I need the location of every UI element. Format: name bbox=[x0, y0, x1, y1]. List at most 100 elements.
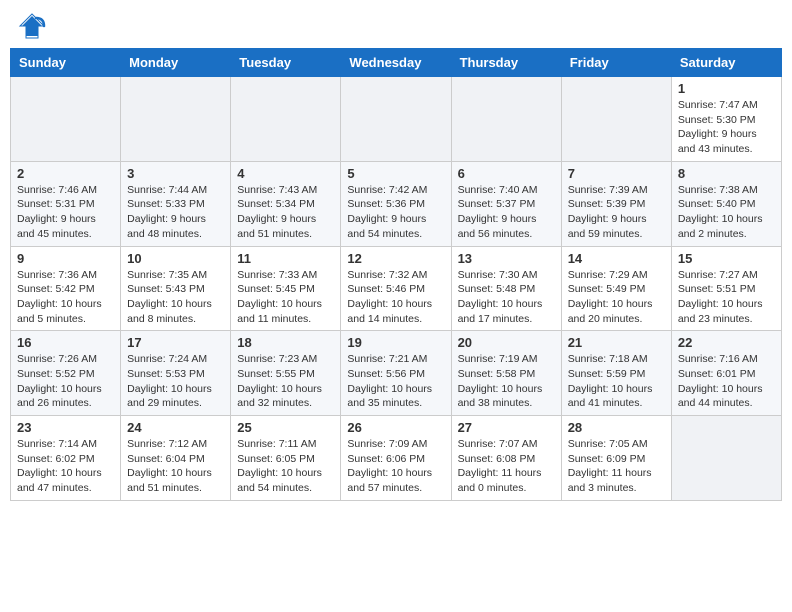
day-info: Sunrise: 7:38 AM Sunset: 5:40 PM Dayligh… bbox=[678, 183, 775, 242]
day-number: 2 bbox=[17, 166, 114, 181]
day-info: Sunrise: 7:44 AM Sunset: 5:33 PM Dayligh… bbox=[127, 183, 224, 242]
calendar-cell: 22 Sunrise: 7:16 AM Sunset: 6:01 PM Dayli… bbox=[671, 331, 781, 416]
calendar-cell: 28Sunrise: 7:05 AM Sunset: 6:09 PM Dayli… bbox=[561, 416, 671, 501]
day-number: 26 bbox=[347, 420, 444, 435]
calendar-cell: 6 Sunrise: 7:40 AM Sunset: 5:37 PM Daylig… bbox=[451, 161, 561, 246]
calendar-cell: 1 Sunrise: 7:47 AM Sunset: 5:30 PM Daylig… bbox=[671, 77, 781, 162]
calendar-cell: 10 Sunrise: 7:35 AM Sunset: 5:43 PM Dayli… bbox=[121, 246, 231, 331]
day-info: Sunrise: 7:16 AM Sunset: 6:01 PM Dayligh… bbox=[678, 352, 775, 411]
calendar-cell: 19 Sunrise: 7:21 AM Sunset: 5:56 PM Dayli… bbox=[341, 331, 451, 416]
day-info: Sunrise: 7:47 AM Sunset: 5:30 PM Dayligh… bbox=[678, 98, 775, 157]
day-info: Sunrise: 7:35 AM Sunset: 5:43 PM Dayligh… bbox=[127, 268, 224, 327]
day-number: 20 bbox=[458, 335, 555, 350]
page-header bbox=[10, 10, 782, 40]
calendar-cell bbox=[11, 77, 121, 162]
calendar-cell: 24 Sunrise: 7:12 AM Sunset: 6:04 PM Dayli… bbox=[121, 416, 231, 501]
day-info: Sunrise: 7:18 AM Sunset: 5:59 PM Dayligh… bbox=[568, 352, 665, 411]
calendar-cell: 18 Sunrise: 7:23 AM Sunset: 5:55 PM Dayli… bbox=[231, 331, 341, 416]
day-info: Sunrise: 7:26 AM Sunset: 5:52 PM Dayligh… bbox=[17, 352, 114, 411]
calendar-cell: 4 Sunrise: 7:43 AM Sunset: 5:34 PM Daylig… bbox=[231, 161, 341, 246]
day-number: 12 bbox=[347, 251, 444, 266]
calendar-cell: 15 Sunrise: 7:27 AM Sunset: 5:51 PM Dayli… bbox=[671, 246, 781, 331]
day-number: 25 bbox=[237, 420, 334, 435]
day-info: Sunrise: 7:29 AM Sunset: 5:49 PM Dayligh… bbox=[568, 268, 665, 327]
day-number: 1 bbox=[678, 81, 775, 96]
day-number: 18 bbox=[237, 335, 334, 350]
calendar-header-tuesday: Tuesday bbox=[231, 49, 341, 77]
calendar-header-monday: Monday bbox=[121, 49, 231, 77]
calendar-cell: 7 Sunrise: 7:39 AM Sunset: 5:39 PM Daylig… bbox=[561, 161, 671, 246]
calendar-cell bbox=[341, 77, 451, 162]
day-info: Sunrise: 7:39 AM Sunset: 5:39 PM Dayligh… bbox=[568, 183, 665, 242]
calendar-cell: 2 Sunrise: 7:46 AM Sunset: 5:31 PM Daylig… bbox=[11, 161, 121, 246]
day-number: 3 bbox=[127, 166, 224, 181]
calendar-cell bbox=[231, 77, 341, 162]
calendar-cell: 20 Sunrise: 7:19 AM Sunset: 5:58 PM Dayli… bbox=[451, 331, 561, 416]
calendar-cell: 17Sunrise: 7:24 AM Sunset: 5:53 PM Dayli… bbox=[121, 331, 231, 416]
day-number: 27 bbox=[458, 420, 555, 435]
day-info: Sunrise: 7:30 AM Sunset: 5:48 PM Dayligh… bbox=[458, 268, 555, 327]
calendar-header-thursday: Thursday bbox=[451, 49, 561, 77]
calendar-cell: 9 Sunrise: 7:36 AM Sunset: 5:42 PM Daylig… bbox=[11, 246, 121, 331]
day-number: 4 bbox=[237, 166, 334, 181]
day-info: Sunrise: 7:11 AM Sunset: 6:05 PM Dayligh… bbox=[237, 437, 334, 496]
day-info: Sunrise: 7:46 AM Sunset: 5:31 PM Dayligh… bbox=[17, 183, 114, 242]
day-info: Sunrise: 7:12 AM Sunset: 6:04 PM Dayligh… bbox=[127, 437, 224, 496]
day-number: 10 bbox=[127, 251, 224, 266]
calendar-week-2: 2 Sunrise: 7:46 AM Sunset: 5:31 PM Daylig… bbox=[11, 161, 782, 246]
calendar-table: SundayMondayTuesdayWednesdayThursdayFrid… bbox=[10, 48, 782, 501]
calendar-cell bbox=[451, 77, 561, 162]
calendar-cell bbox=[671, 416, 781, 501]
day-number: 6 bbox=[458, 166, 555, 181]
calendar-header-sunday: Sunday bbox=[11, 49, 121, 77]
logo-icon bbox=[18, 12, 46, 40]
day-info: Sunrise: 7:36 AM Sunset: 5:42 PM Dayligh… bbox=[17, 268, 114, 327]
day-number: 13 bbox=[458, 251, 555, 266]
calendar-cell: 21 Sunrise: 7:18 AM Sunset: 5:59 PM Dayli… bbox=[561, 331, 671, 416]
calendar-cell: 5 Sunrise: 7:42 AM Sunset: 5:36 PM Daylig… bbox=[341, 161, 451, 246]
day-info: Sunrise: 7:33 AM Sunset: 5:45 PM Dayligh… bbox=[237, 268, 334, 327]
day-info: Sunrise: 7:07 AM Sunset: 6:08 PM Dayligh… bbox=[458, 437, 555, 496]
calendar-header-wednesday: Wednesday bbox=[341, 49, 451, 77]
day-number: 9 bbox=[17, 251, 114, 266]
day-number: 24 bbox=[127, 420, 224, 435]
day-info: Sunrise: 7:14 AM Sunset: 6:02 PM Dayligh… bbox=[17, 437, 114, 496]
calendar-week-3: 9 Sunrise: 7:36 AM Sunset: 5:42 PM Daylig… bbox=[11, 246, 782, 331]
day-info: Sunrise: 7:43 AM Sunset: 5:34 PM Dayligh… bbox=[237, 183, 334, 242]
calendar-cell: 27 Sunrise: 7:07 AM Sunset: 6:08 PM Dayli… bbox=[451, 416, 561, 501]
day-number: 7 bbox=[568, 166, 665, 181]
day-number: 22 bbox=[678, 335, 775, 350]
calendar-cell: 12Sunrise: 7:32 AM Sunset: 5:46 PM Dayli… bbox=[341, 246, 451, 331]
day-number: 23 bbox=[17, 420, 114, 435]
day-info: Sunrise: 7:23 AM Sunset: 5:55 PM Dayligh… bbox=[237, 352, 334, 411]
day-info: Sunrise: 7:09 AM Sunset: 6:06 PM Dayligh… bbox=[347, 437, 444, 496]
calendar-cell: 14 Sunrise: 7:29 AM Sunset: 5:49 PM Dayli… bbox=[561, 246, 671, 331]
day-info: Sunrise: 7:05 AM Sunset: 6:09 PM Dayligh… bbox=[568, 437, 665, 496]
calendar-week-1: 1 Sunrise: 7:47 AM Sunset: 5:30 PM Daylig… bbox=[11, 77, 782, 162]
day-number: 17 bbox=[127, 335, 224, 350]
day-number: 16 bbox=[17, 335, 114, 350]
day-number: 14 bbox=[568, 251, 665, 266]
calendar-cell: 13 Sunrise: 7:30 AM Sunset: 5:48 PM Dayli… bbox=[451, 246, 561, 331]
day-number: 19 bbox=[347, 335, 444, 350]
day-number: 21 bbox=[568, 335, 665, 350]
calendar-cell bbox=[121, 77, 231, 162]
calendar-header-saturday: Saturday bbox=[671, 49, 781, 77]
calendar-header-row: SundayMondayTuesdayWednesdayThursdayFrid… bbox=[11, 49, 782, 77]
day-number: 15 bbox=[678, 251, 775, 266]
logo bbox=[14, 10, 46, 40]
calendar-week-4: 16 Sunrise: 7:26 AM Sunset: 5:52 PM Dayli… bbox=[11, 331, 782, 416]
day-info: Sunrise: 7:19 AM Sunset: 5:58 PM Dayligh… bbox=[458, 352, 555, 411]
calendar-cell: 11 Sunrise: 7:33 AM Sunset: 5:45 PM Dayli… bbox=[231, 246, 341, 331]
day-number: 5 bbox=[347, 166, 444, 181]
day-number: 11 bbox=[237, 251, 334, 266]
calendar-cell bbox=[561, 77, 671, 162]
day-info: Sunrise: 7:27 AM Sunset: 5:51 PM Dayligh… bbox=[678, 268, 775, 327]
calendar-cell: 3 Sunrise: 7:44 AM Sunset: 5:33 PM Daylig… bbox=[121, 161, 231, 246]
day-info: Sunrise: 7:42 AM Sunset: 5:36 PM Dayligh… bbox=[347, 183, 444, 242]
day-number: 8 bbox=[678, 166, 775, 181]
day-info: Sunrise: 7:21 AM Sunset: 5:56 PM Dayligh… bbox=[347, 352, 444, 411]
calendar-header-friday: Friday bbox=[561, 49, 671, 77]
calendar-week-5: 23 Sunrise: 7:14 AM Sunset: 6:02 PM Dayli… bbox=[11, 416, 782, 501]
day-info: Sunrise: 7:40 AM Sunset: 5:37 PM Dayligh… bbox=[458, 183, 555, 242]
